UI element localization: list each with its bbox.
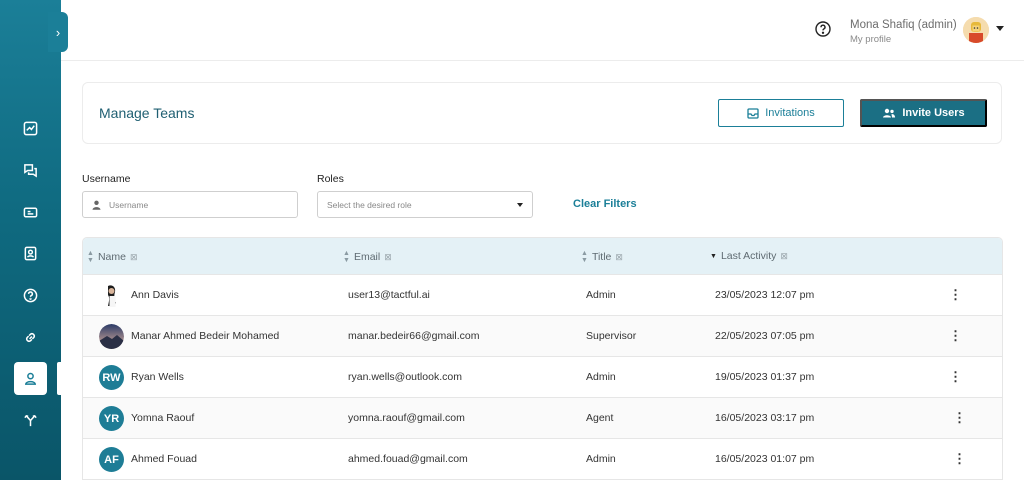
user-name: Ahmed Fouad (131, 453, 197, 465)
avatar (99, 283, 124, 308)
user-email: ahmed.fouad@gmail.com (348, 453, 468, 465)
user-last-activity: 19/05/2023 01:37 pm (715, 371, 815, 383)
sidebar-item-integrations[interactable] (14, 321, 47, 354)
user-title: Admin (586, 289, 616, 301)
avatar[interactable] (963, 17, 989, 43)
invite-users-label: Invite Users (902, 107, 965, 119)
invite-users-button[interactable]: Invite Users (860, 99, 987, 127)
avatar-initials: YR (99, 406, 124, 431)
user-email: user13@tactful.ai (348, 289, 430, 301)
column-filter-icon[interactable]: ⊠ (780, 251, 788, 262)
topbar: Mona Shafiq (admin) My profile (61, 0, 1024, 61)
sidebar-item-tickets[interactable] (14, 196, 47, 229)
help-icon[interactable] (815, 21, 831, 37)
teams-table: ▲ ▼ Name ⊠ ▲ ▼ Email ⊠ ▲ ▼ Title ⊠ ▼ Last A… (82, 237, 1003, 480)
sort-desc-icon[interactable]: ▼ (710, 253, 717, 260)
active-nav-indicator (57, 362, 63, 395)
table-header: ▲ ▼ Name ⊠ ▲ ▼ Email ⊠ ▲ ▼ Title ⊠ ▼ Last A… (83, 238, 1002, 274)
my-profile-link[interactable]: My profile (850, 34, 891, 45)
sort-icon[interactable]: ▲ ▼ (581, 250, 588, 264)
help-icon (23, 288, 38, 303)
table-row[interactable]: Manar Ahmed Bedeir Mohamed manar.bedeir6… (83, 315, 1002, 356)
user-last-activity: 16/05/2023 03:17 pm (715, 412, 815, 424)
chart-icon (23, 121, 38, 136)
sidebar-item-workflows[interactable] (14, 404, 47, 437)
user-name: Manar Ahmed Bedeir Mohamed (131, 330, 280, 342)
inbox-icon (747, 107, 759, 119)
user-name: Ryan Wells (131, 371, 184, 383)
invitations-button[interactable]: Invitations (718, 99, 844, 127)
user-name: Ann Davis (131, 289, 179, 301)
user-name: Yomna Raouf (131, 412, 195, 424)
column-header-name[interactable]: ▲ ▼ Name ⊠ (87, 250, 138, 264)
contact-icon (24, 246, 37, 261)
sidebar-item-conversations[interactable] (14, 154, 47, 187)
row-actions-kebab-icon[interactable]: ⋮ (949, 369, 962, 385)
username-filter-input[interactable]: Username (82, 191, 298, 218)
table-row[interactable]: AF Ahmed Fouad ahmed.fouad@gmail.com Adm… (83, 438, 1002, 479)
user-title: Supervisor (586, 330, 637, 342)
person-photo-icon (99, 283, 124, 308)
row-actions-kebab-icon[interactable]: ⋮ (949, 287, 962, 303)
username-placeholder: Username (109, 199, 149, 210)
link-icon (26, 333, 35, 342)
sort-icon[interactable]: ▲ ▼ (87, 250, 94, 264)
column-header-last-activity[interactable]: ▼ Last Activity ⊠ (710, 250, 788, 262)
add-users-icon (883, 108, 896, 118)
user-name[interactable]: Mona Shafiq (admin) (850, 19, 957, 31)
row-actions-kebab-icon[interactable]: ⋮ (953, 410, 966, 426)
user-icon (24, 372, 37, 385)
user-last-activity: 22/05/2023 07:05 pm (715, 330, 815, 342)
user-email: ryan.wells@outlook.com (348, 371, 462, 383)
table-row[interactable]: Ann Davis user13@tactful.ai Admin 23/05/… (83, 274, 1002, 315)
roles-placeholder: Select the desired role (327, 199, 412, 210)
avatar-initials: AF (99, 447, 124, 472)
avatar-initials: RW (99, 365, 124, 390)
table-row[interactable]: YR Yomna Raouf yomna.raouf@gmail.com Age… (83, 397, 1002, 438)
sort-icon[interactable]: ▲ ▼ (343, 250, 350, 264)
column-filter-icon[interactable]: ⊠ (130, 252, 138, 263)
user-last-activity: 23/05/2023 12:07 pm (715, 289, 815, 301)
row-actions-kebab-icon[interactable]: ⋮ (949, 328, 962, 344)
chevron-right-icon: › (55, 24, 61, 40)
profile-dropdown-caret-icon[interactable] (996, 26, 1004, 31)
user-email: manar.bedeir66@gmail.com (348, 330, 480, 342)
user-email: yomna.raouf@gmail.com (348, 412, 465, 424)
branch-icon (24, 414, 37, 427)
sidebar-item-help[interactable] (14, 279, 47, 312)
user-icon (92, 200, 101, 210)
landscape-photo-icon (99, 324, 124, 349)
table-row[interactable]: RW Ryan Wells ryan.wells@outlook.com Adm… (83, 356, 1002, 397)
invitations-label: Invitations (765, 107, 815, 119)
user-title: Agent (586, 412, 614, 424)
chevron-down-icon (517, 202, 523, 207)
sidebar: › (0, 0, 68, 480)
column-header-email[interactable]: ▲ ▼ Email ⊠ (343, 250, 392, 264)
avatar (99, 324, 124, 349)
username-filter-label: Username (82, 173, 131, 185)
column-filter-icon[interactable]: ⊠ (615, 252, 623, 263)
user-title: Admin (586, 453, 616, 465)
sidebar-item-contacts[interactable] (14, 237, 47, 270)
avatar-image-icon (963, 17, 989, 43)
user-title: Admin (586, 371, 616, 383)
roles-filter-label: Roles (317, 173, 344, 185)
column-filter-icon[interactable]: ⊠ (384, 252, 392, 263)
manage-teams-header: Manage Teams Invitations Invite Users (82, 82, 1002, 144)
row-actions-kebab-icon[interactable]: ⋮ (953, 451, 966, 467)
column-header-title[interactable]: ▲ ▼ Title ⊠ (581, 250, 623, 264)
roles-select[interactable]: Select the desired role (317, 191, 533, 218)
user-last-activity: 16/05/2023 01:07 pm (715, 453, 815, 465)
ticket-icon (23, 207, 38, 218)
chat-icon (24, 164, 37, 178)
page-title: Manage Teams (99, 105, 195, 121)
sidebar-item-dashboard[interactable] (14, 112, 47, 145)
clear-filters-link[interactable]: Clear Filters (573, 198, 637, 210)
sidebar-item-teams[interactable] (14, 362, 47, 395)
